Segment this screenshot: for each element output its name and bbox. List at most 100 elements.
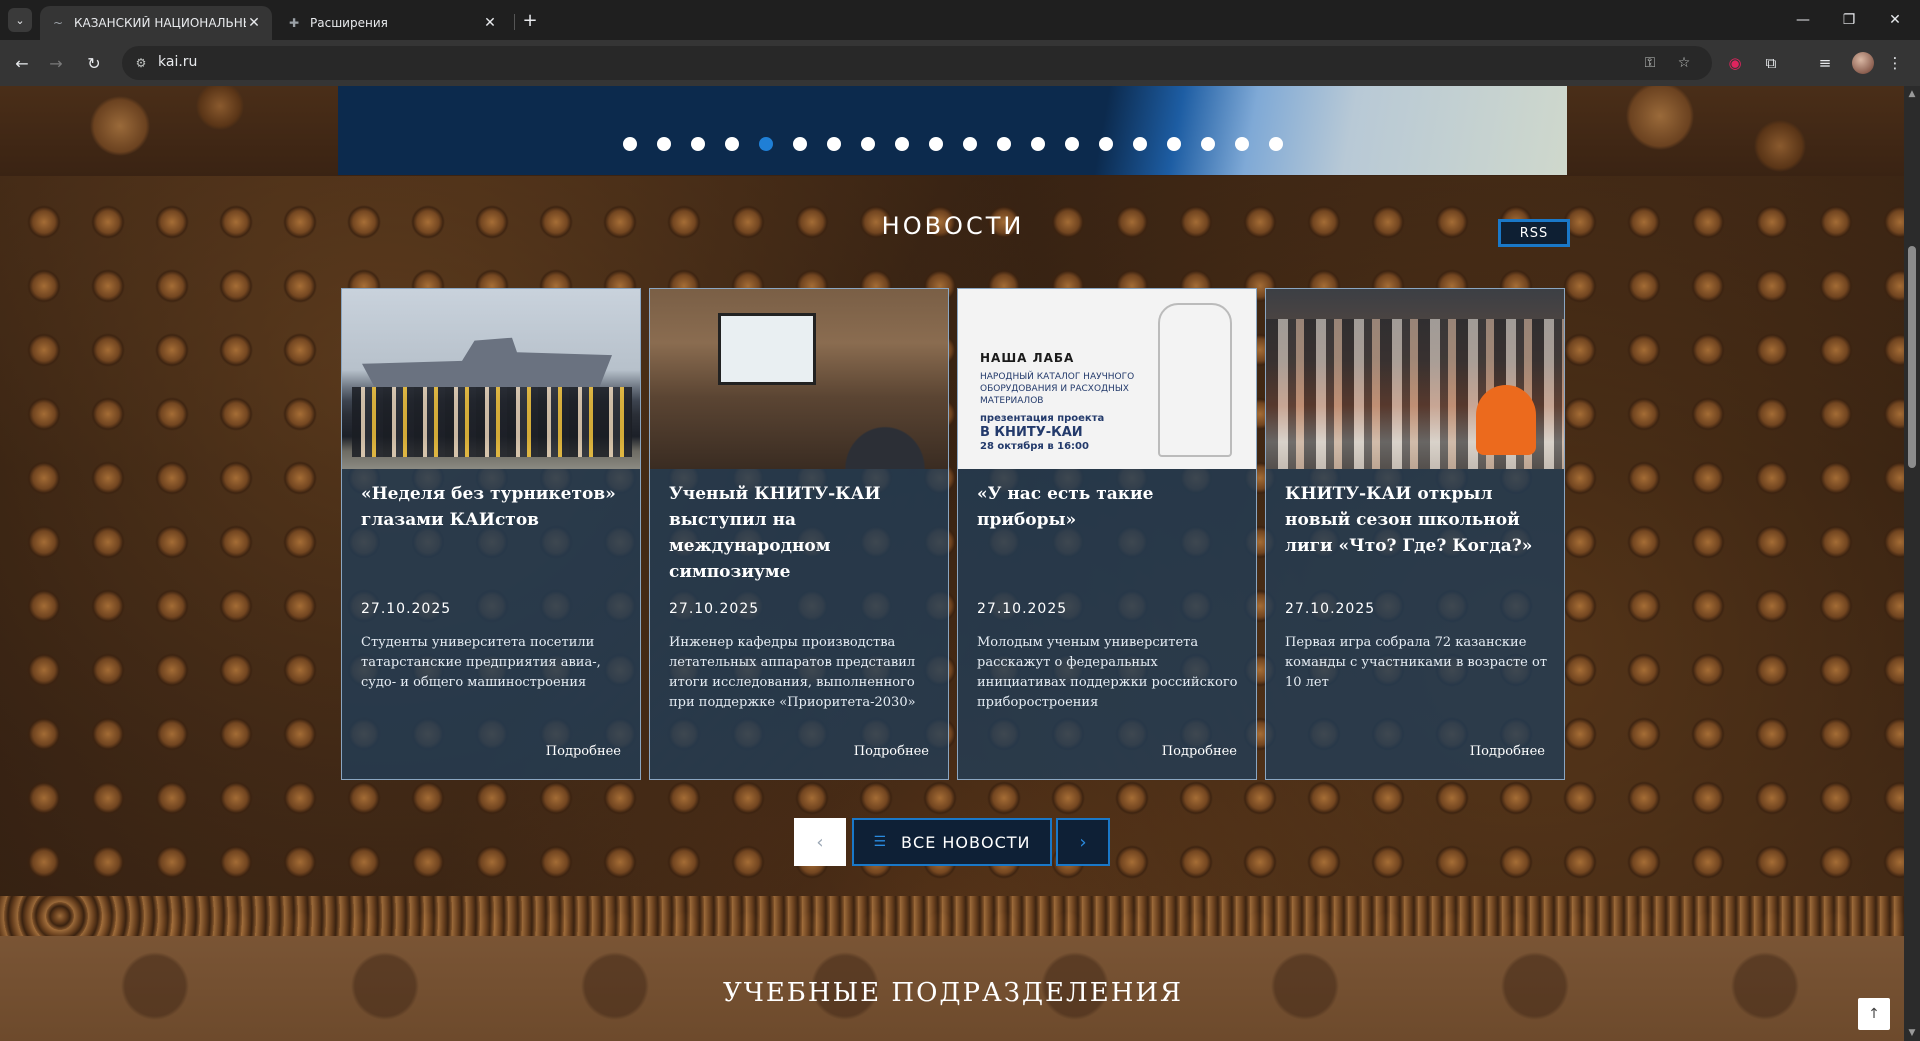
slider-dot[interactable] (826, 137, 841, 151)
tab-separator (514, 14, 515, 30)
news-date: 27.10.2025 (669, 601, 760, 617)
slider-dot[interactable] (1268, 137, 1283, 151)
news-photo[interactable] (650, 289, 948, 469)
scroll-to-top-button[interactable]: ↑ (1858, 998, 1890, 1030)
poster-title: НАША ЛАБА (980, 351, 1075, 365)
forward-arrow-icon[interactable]: → (42, 49, 70, 77)
read-more-link[interactable]: Подробнее (1470, 744, 1545, 759)
extensions-puzzle-icon[interactable]: ⧉ (1760, 52, 1782, 74)
back-arrow-icon[interactable]: ← (8, 49, 36, 77)
browser-menu-icon[interactable]: ⋮ (1884, 52, 1906, 74)
slider-dot[interactable] (1132, 137, 1147, 151)
password-key-icon[interactable]: ⚿ (1640, 54, 1660, 72)
slider-dot[interactable] (724, 137, 739, 151)
site-info-icon[interactable]: ⚙ (132, 54, 150, 72)
minimize-button[interactable]: — (1780, 0, 1826, 40)
divisions-section-title: УЧЕБНЫЕ ПОДРАЗДЕЛЕНИЯ (722, 978, 1184, 1008)
rss-button[interactable]: RSS (1498, 219, 1570, 247)
reload-icon[interactable]: ↻ (80, 49, 108, 77)
poster-line: 28 октября в 16:00 (980, 441, 1089, 452)
close-tab-icon[interactable]: ✕ (246, 15, 262, 31)
steampunk-gears-band (0, 896, 1904, 936)
news-card[interactable]: КНИТУ-КАИ открыл новый сезон школьной ли… (1265, 288, 1565, 780)
browser-tab-bar: ⌄ ~ КАЗАНСКИЙ НАЦИОНАЛЬНЫЙ ✕ ✚ Расширени… (0, 0, 1920, 40)
slider-dot[interactable] (962, 137, 977, 151)
list-icon: ☰ (873, 834, 888, 850)
scroll-up-arrow-icon[interactable]: ▲ (1904, 86, 1920, 102)
news-card[interactable]: «Неделя без турникетов» глазами КАИстов … (341, 288, 641, 780)
slider-dot[interactable] (656, 137, 671, 151)
slider-dot[interactable] (860, 137, 875, 151)
news-headline[interactable]: Ученый КНИТУ-КАИ выступил на международн… (669, 481, 937, 585)
page-scrollbar[interactable]: ▲ ▼ (1904, 86, 1920, 1041)
poster-line: презентация проекта (980, 413, 1105, 424)
slider-dot[interactable] (894, 137, 909, 151)
news-description: Молодым ученым университета расскажут о … (977, 635, 1238, 710)
read-more-link[interactable]: Подробнее (1162, 744, 1237, 759)
all-news-button[interactable]: ☰ ВСЕ НОВОСТИ (852, 818, 1052, 866)
slider-dot[interactable] (758, 137, 773, 151)
slider-dot[interactable] (1098, 137, 1113, 151)
slider-dot[interactable] (1064, 137, 1079, 151)
news-photo[interactable] (1266, 289, 1564, 469)
browser-toolbar: ← → ↻ ⚙ kai.ru ⚿ ☆ ◉ ⧉ ≡ ⋮ (0, 40, 1920, 86)
slider-dot[interactable] (1200, 137, 1215, 151)
slider-dot[interactable] (792, 137, 807, 151)
new-tab-button[interactable]: + (518, 8, 542, 32)
close-tab-icon[interactable]: ✕ (482, 15, 498, 31)
news-photo[interactable]: НАША ЛАБА НАРОДНЫЙ КАТАЛОГ НАУЧНОГО ОБОР… (958, 289, 1256, 469)
all-news-label: ВСЕ НОВОСТИ (901, 832, 1031, 852)
tab-search-button[interactable]: ⌄ (8, 8, 32, 32)
profile-avatar[interactable] (1852, 52, 1874, 74)
slider-dot[interactable] (1166, 137, 1181, 151)
kai-logo-icon: ~ (52, 16, 64, 30)
prev-news-button[interactable]: ‹ (794, 818, 846, 866)
url-text[interactable]: kai.ru (158, 54, 197, 70)
slider-dot[interactable] (690, 137, 705, 151)
page-viewport: НОВОСТИ RSS «Неделя без турникетов» глаз… (0, 86, 1904, 1041)
slider-dot[interactable] (1234, 137, 1249, 151)
news-headline[interactable]: «Неделя без турникетов» глазами КАИстов (361, 481, 629, 533)
news-card[interactable]: Ученый КНИТУ-КАИ выступил на международн… (649, 288, 949, 780)
news-date: 27.10.2025 (977, 601, 1068, 617)
slider-dot[interactable] (996, 137, 1011, 151)
slider-dots (338, 137, 1567, 151)
ship-monument (362, 337, 612, 387)
student-orange-jacket (1476, 385, 1536, 455)
news-cards: «Неделя без турникетов» глазами КАИстов … (341, 288, 1567, 780)
banner-slider[interactable] (338, 86, 1567, 175)
news-description: Студенты университета посетили татарстан… (361, 635, 601, 690)
news-date: 27.10.2025 (1285, 601, 1376, 617)
news-description: Первая игра собрала 72 казанские команды… (1285, 635, 1548, 690)
media-control-icon[interactable]: ≡ (1814, 52, 1836, 74)
news-date: 27.10.2025 (361, 601, 452, 617)
next-news-button[interactable]: › (1056, 818, 1110, 866)
restore-button[interactable]: ❐ (1826, 0, 1872, 40)
scroll-down-arrow-icon[interactable]: ▼ (1904, 1025, 1920, 1041)
news-headline[interactable]: КНИТУ-КАИ открыл новый сезон школьной ли… (1285, 481, 1553, 559)
tab-extensions[interactable]: ✚ Расширения ✕ (276, 6, 508, 40)
poster-line: В КНИТУ-КАИ (980, 425, 1083, 440)
read-more-link[interactable]: Подробнее (854, 744, 929, 759)
read-more-link[interactable]: Подробнее (546, 744, 621, 759)
microscope-drawing (1158, 303, 1232, 457)
news-section-title: НОВОСТИ (881, 212, 1025, 240)
bookmark-star-icon[interactable]: ☆ (1674, 54, 1694, 72)
slider-dot[interactable] (928, 137, 943, 151)
puzzle-icon: ✚ (288, 16, 300, 30)
news-card[interactable]: НАША ЛАБА НАРОДНЫЙ КАТАЛОГ НАУЧНОГО ОБОР… (957, 288, 1257, 780)
scroll-thumb[interactable] (1908, 246, 1916, 468)
student-group (352, 387, 632, 457)
tab-title: Расширения (310, 16, 388, 30)
slider-dot[interactable] (622, 137, 637, 151)
record-extension-icon[interactable]: ◉ (1724, 52, 1746, 74)
presentation-screen (718, 313, 816, 385)
tab-kai[interactable]: ~ КАЗАНСКИЙ НАЦИОНАЛЬНЫЙ ✕ (40, 6, 272, 40)
slider-dot[interactable] (1030, 137, 1045, 151)
address-bar[interactable]: ⚙ kai.ru ⚿ ☆ (122, 46, 1712, 80)
news-description: Инженер кафедры производства летательных… (669, 635, 916, 710)
close-window-button[interactable]: ✕ (1872, 0, 1918, 40)
news-photo[interactable] (342, 289, 640, 469)
audience-member (830, 411, 940, 469)
news-headline[interactable]: «У нас есть такие приборы» (977, 481, 1245, 533)
